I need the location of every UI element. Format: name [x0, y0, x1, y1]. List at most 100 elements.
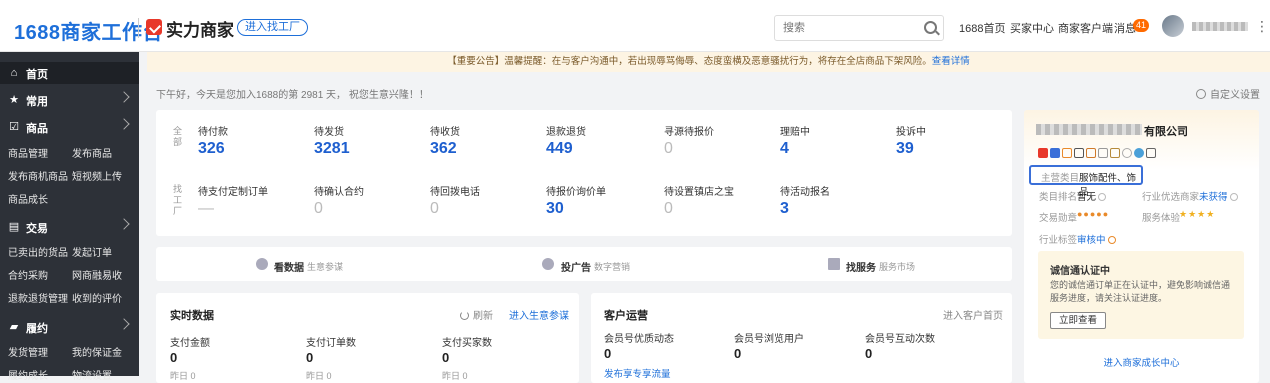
- sidebar-link-sold-goods[interactable]: 已卖出的货品: [8, 244, 68, 259]
- stat-value[interactable]: 30: [546, 200, 564, 218]
- sidebar-item-fulfillment[interactable]: ▰ 履约: [0, 316, 139, 338]
- sidebar-link-reviews[interactable]: 收到的评价: [72, 290, 122, 305]
- help-icon[interactable]: [1229, 193, 1238, 201]
- verified-icon[interactable]: [1050, 148, 1060, 158]
- stat-value[interactable]: 3: [780, 200, 789, 218]
- goods-tag-icon[interactable]: [1146, 148, 1156, 158]
- enter-business-advisor-link[interactable]: 进入生意参谋: [509, 307, 569, 322]
- sidebar-link-fulfillment-growth[interactable]: 履约成长: [8, 367, 48, 382]
- sidebar-link-deposit[interactable]: 我的保证金: [72, 344, 122, 359]
- sidebar-link-publish-goods[interactable]: 发布商品: [72, 145, 112, 160]
- stat-label: 退款退货: [546, 127, 586, 138]
- divider: [138, 18, 139, 38]
- stat-value[interactable]: 449: [546, 140, 573, 158]
- order-stats-card: 全部 找工厂 待付款 326 待发货 3281 待收货 362 退款退货 449…: [156, 110, 1012, 236]
- sidebar-link-finance[interactable]: 网商融易收: [72, 267, 122, 282]
- chart-icon: [256, 258, 268, 270]
- sidebar-link-goods-growth[interactable]: 商品成长: [8, 191, 48, 206]
- stat-value[interactable]: 3281: [314, 140, 350, 158]
- sidebar-link-contract-purchase[interactable]: 合约采购: [8, 267, 48, 282]
- sidebar-link-refund-manage[interactable]: 退款退货管理: [8, 290, 68, 305]
- industry-tag-value[interactable]: 审核中: [1077, 232, 1116, 246]
- enter-customer-home-link[interactable]: 进入客户首页: [943, 307, 1003, 322]
- stat-value[interactable]: —: [198, 200, 214, 218]
- refresh-button[interactable]: 刷新: [460, 307, 493, 322]
- sidebar-link-video-upload[interactable]: 短视频上传: [72, 168, 122, 183]
- sidebar-item-home[interactable]: ⌂ 首页: [0, 62, 139, 84]
- metric-label: 会员号互动次数: [865, 334, 935, 345]
- sidebar-item-goods[interactable]: ☑ 商品: [0, 116, 139, 138]
- badge-icon[interactable]: [1062, 148, 1072, 158]
- sidebar-link-publish-opportunity[interactable]: 发布商机商品: [8, 168, 68, 183]
- main-category-label: 主营类目: [1041, 173, 1080, 184]
- info-icon[interactable]: [1107, 236, 1116, 244]
- main-category-box: 主营类目 服饰配件、饰品: [1029, 165, 1143, 198]
- stat-label: 待确认合约: [314, 187, 364, 198]
- metric-value: 0: [442, 350, 450, 365]
- stat-value[interactable]: 4: [780, 140, 789, 158]
- sidebar-item-common[interactable]: ★ 常用: [0, 89, 139, 111]
- stat-value[interactable]: 0: [664, 200, 673, 218]
- link-buyer-center[interactable]: 买家中心: [1010, 20, 1054, 36]
- quick-tools-bar: 看数据 生意参谋 投广告 数字营销 找服务 服务市场: [156, 247, 1012, 281]
- factory-row-label: 找工厂: [173, 184, 183, 216]
- category-rank-value: 暂无: [1077, 189, 1107, 203]
- stat-value[interactable]: 0: [430, 200, 439, 218]
- home-icon: ⌂: [10, 67, 18, 79]
- deposit-icon[interactable]: [1110, 148, 1120, 158]
- sidebar-link-create-order[interactable]: 发起订单: [72, 244, 112, 259]
- username-blurred[interactable]: [1192, 22, 1248, 31]
- publish-traffic-link[interactable]: 发布享专享流量: [604, 366, 671, 380]
- ad-icon: [542, 258, 554, 270]
- tool-label: 找服务: [846, 263, 876, 274]
- phone-icon[interactable]: [1074, 148, 1084, 158]
- enter-factory-button[interactable]: 进入找工厂: [237, 19, 308, 36]
- greeting-text: 下午好，今天是您加入1688的第 2981 天， 祝您生意兴隆！！: [156, 90, 429, 101]
- metric-label: 支付金额: [170, 338, 210, 349]
- search-input[interactable]: [775, 16, 915, 40]
- link-merchant-client[interactable]: 商家客户端: [1058, 20, 1113, 36]
- chevron-right-icon: [118, 318, 130, 330]
- stat-value[interactable]: 0: [314, 200, 323, 218]
- metric-value: 0: [734, 346, 742, 361]
- stat-value[interactable]: 0: [664, 140, 673, 158]
- shield-icon[interactable]: [1098, 148, 1108, 158]
- merchant-growth-link[interactable]: 进入商家成长中心: [1024, 355, 1259, 369]
- stat-label: 待回拨电话: [430, 187, 480, 198]
- service-experience-label: 服务体验: [1142, 213, 1181, 224]
- company-name-suffix[interactable]: 有限公司: [1144, 123, 1188, 139]
- cert-title: 诚信通认证中: [1050, 266, 1110, 277]
- stat-value[interactable]: 39: [896, 140, 914, 158]
- sidebar-item-label: 首页: [26, 69, 48, 81]
- search-icon[interactable]: [924, 21, 937, 34]
- stat-value[interactable]: 326: [198, 140, 225, 158]
- vip-icon[interactable]: [1122, 148, 1132, 158]
- search-box[interactable]: [774, 15, 944, 41]
- view-now-button[interactable]: 立即查看: [1050, 312, 1107, 329]
- top-bar: 1688商家工作台 实力商家 进入找工厂 1688首页 买家中心 商家客户端 消…: [0, 0, 1270, 52]
- sidebar-link-goods-manage[interactable]: 商品管理: [8, 145, 48, 160]
- avatar[interactable]: [1162, 15, 1184, 37]
- metric-label: 会员号优质动态: [604, 334, 674, 345]
- metric-value: 0: [170, 350, 178, 365]
- more-icon[interactable]: ⋮: [1255, 18, 1269, 35]
- help-icon[interactable]: [1098, 193, 1107, 201]
- announcement-text: 【重要公告】温馨提醒：在与客户沟通中，若出现辱骂侮辱、态度蛮横及恶意骚扰行为，将…: [447, 56, 932, 67]
- stat-label: 待发货: [314, 127, 344, 138]
- sidebar-link-logistics-settings[interactable]: 物流设置: [72, 367, 112, 382]
- truck-icon: ▰: [9, 321, 19, 333]
- announcement-detail-link[interactable]: 查看详情: [932, 56, 970, 67]
- service-icon[interactable]: [1134, 148, 1144, 158]
- stat-value[interactable]: 362: [430, 140, 457, 158]
- sidebar-item-label: 履约: [26, 323, 48, 335]
- customer-ops-card: 客户运营 进入客户首页 会员号优质动态 0 会员号浏览用户 0 会员号互动次数 …: [591, 293, 1012, 383]
- guarantee-icon[interactable]: [1086, 148, 1096, 158]
- workbench-logo[interactable]: 1688商家工作台: [14, 16, 163, 45]
- link-1688-home[interactable]: 1688首页: [959, 20, 1005, 36]
- preferred-merchant-value[interactable]: 未获得: [1199, 189, 1238, 203]
- sidebar-link-shipping[interactable]: 发货管理: [8, 344, 48, 359]
- company-name-blurred: [1036, 124, 1142, 135]
- customize-settings-button[interactable]: 自定义设置: [1196, 86, 1260, 101]
- power-merchant-icon[interactable]: [1038, 148, 1048, 158]
- sidebar-item-trade[interactable]: ▤ 交易: [0, 216, 139, 238]
